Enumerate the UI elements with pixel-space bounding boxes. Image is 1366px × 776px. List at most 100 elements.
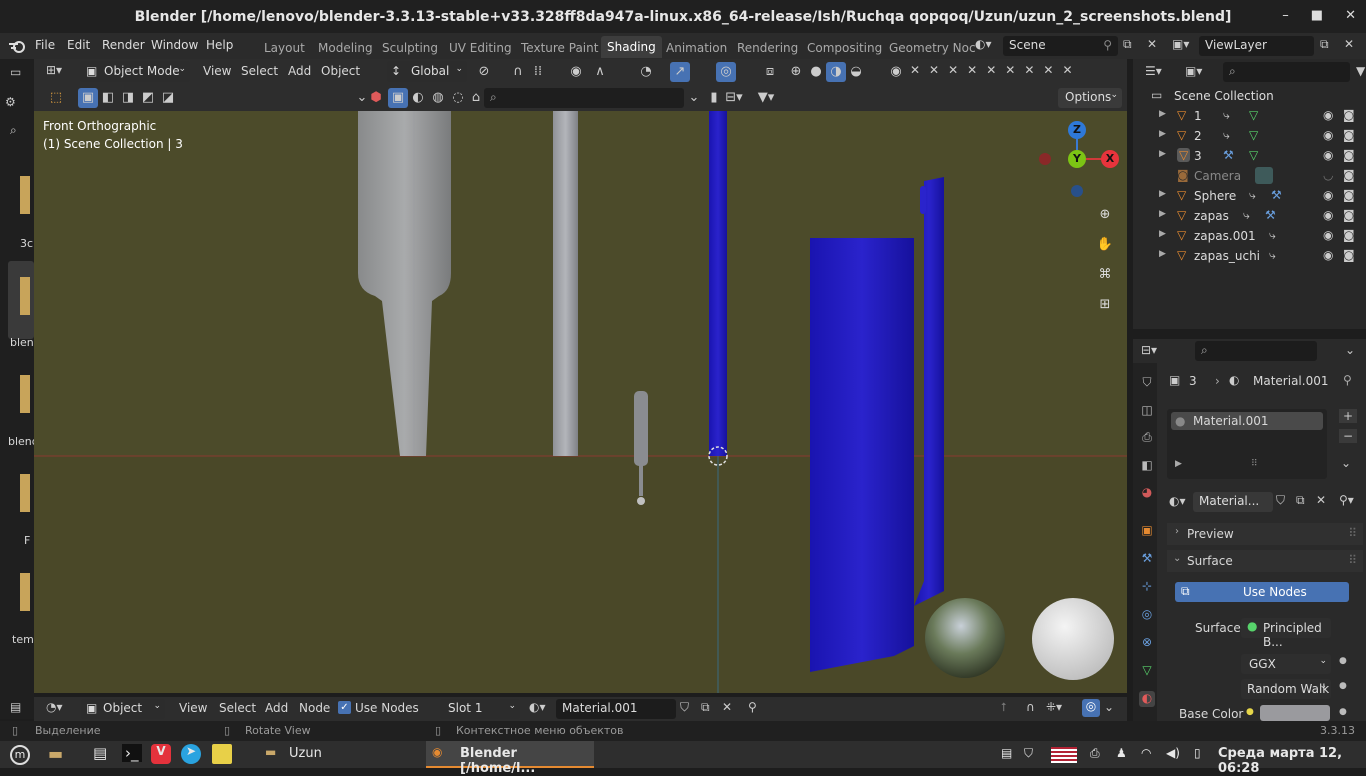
texture-icon[interactable]: ◍ bbox=[428, 88, 448, 108]
scene-field[interactable]: Scene ⚲ bbox=[1003, 36, 1118, 56]
solid-shading-icon[interactable]: ● bbox=[806, 62, 826, 82]
vivaldi-icon[interactable]: V bbox=[151, 744, 171, 764]
parent-node-icon[interactable]: ⭡ bbox=[1001, 700, 1007, 715]
pin-icon[interactable]: ⚲ bbox=[748, 700, 757, 714]
tab-uv-editing[interactable]: UV Editing bbox=[449, 41, 512, 55]
outliner-item-sphere[interactable]: ▶ ▽ Sphere ⤷ ⚒ ◉ ◙ bbox=[1133, 186, 1366, 206]
snap-target-icon[interactable]: ⁞⁞ bbox=[528, 62, 548, 82]
outliner-item-3[interactable]: ▶ ▽ 3 ⚒ ▽ ◉ ◙ bbox=[1133, 146, 1366, 166]
search-icon[interactable]: ⌕ bbox=[10, 123, 17, 138]
tray-clipboard-icon[interactable]: ▤ bbox=[1001, 746, 1012, 760]
restrict-toggles[interactable]: ✕✕✕✕✕✕✕✕✕ bbox=[910, 63, 1082, 77]
tray-printer-icon[interactable]: ⎙ bbox=[1090, 746, 1100, 761]
expand-icon[interactable]: ▶ bbox=[1159, 109, 1166, 119]
zoom-icon[interactable]: ⊕ bbox=[1095, 205, 1115, 225]
maximize-button[interactable]: ■ bbox=[1311, 8, 1323, 23]
material-datablock-field[interactable]: Material... bbox=[1193, 492, 1273, 512]
properties-editor-icon[interactable]: ⊟▾ bbox=[1141, 343, 1157, 357]
select-invert-icon[interactable]: ◩ bbox=[138, 88, 158, 108]
preview-panel-header[interactable]: › Preview ⠿ bbox=[1167, 523, 1363, 545]
navigation-gizmo[interactable]: Z Y X bbox=[1037, 121, 1122, 201]
node-menu-add[interactable]: Add bbox=[265, 701, 288, 715]
expand-icon[interactable]: ▶ bbox=[1159, 249, 1166, 259]
select-extend-icon[interactable]: ◧ bbox=[98, 88, 118, 108]
scene-icon[interactable]: ◐▾ bbox=[975, 37, 992, 51]
task-folder-uzun[interactable]: ▬ Uzun bbox=[260, 743, 420, 766]
menu-select[interactable]: Select bbox=[241, 64, 278, 78]
properties-search-input[interactable]: ⌕ bbox=[1195, 341, 1317, 361]
menu-view[interactable]: View bbox=[203, 64, 231, 78]
camera-icon[interactable]: ◙ bbox=[1343, 108, 1355, 122]
outliner-item-zapas-001[interactable]: ▶ ▽ zapas.001 ⤷ ◉ ◙ bbox=[1133, 226, 1366, 246]
remove-viewlayer-icon[interactable]: ✕ bbox=[1344, 37, 1354, 51]
filter-dropdown-icon[interactable]: ⌄ bbox=[684, 88, 704, 108]
gizmo-toggle-icon[interactable]: ↗ bbox=[670, 62, 690, 82]
wireframe-shading-icon[interactable]: ⊕ bbox=[786, 62, 806, 82]
remove-slot-button[interactable]: − bbox=[1339, 429, 1357, 443]
eye-icon[interactable]: ◉ bbox=[1323, 128, 1333, 142]
eye-icon[interactable]: ◉ bbox=[1323, 188, 1333, 202]
menu-edit[interactable]: Edit bbox=[67, 38, 90, 52]
tool-settings-icon[interactable]: ⚙ bbox=[5, 95, 16, 109]
data-tab-icon[interactable]: ▽ bbox=[1139, 663, 1155, 679]
keyframe-dot-icon[interactable]: ● bbox=[1339, 656, 1347, 666]
camera-icon[interactable]: ◙ bbox=[1343, 128, 1355, 142]
slot-dropdown[interactable]: Slot 1 ⌄ bbox=[440, 699, 520, 719]
tray-battery-icon[interactable]: ▯ bbox=[1194, 746, 1201, 760]
overlays-icon[interactable]: ◎ bbox=[716, 62, 736, 82]
terminal-icon[interactable]: ›_ bbox=[122, 744, 142, 762]
expand-icon[interactable]: ▶ bbox=[1159, 189, 1166, 199]
scene-tab-icon[interactable]: ◕ bbox=[1139, 485, 1155, 501]
menu-launcher-icon[interactable]: m bbox=[10, 745, 30, 765]
output-tab-icon[interactable]: ⎙ bbox=[1139, 430, 1155, 446]
camera-icon[interactable]: ◙ bbox=[1343, 168, 1355, 182]
new-viewlayer-icon[interactable]: ⧉ bbox=[1320, 37, 1329, 52]
unlink-icon[interactable]: ✕ bbox=[722, 700, 732, 714]
tray-user-icon[interactable]: ♟ bbox=[1116, 746, 1127, 760]
expand-icon[interactable]: ▶ bbox=[1159, 149, 1166, 159]
editor-type-icon[interactable]: ▤ bbox=[10, 700, 21, 714]
new-scene-icon[interactable]: ⧉ bbox=[1123, 37, 1132, 52]
filter-icon[interactable]: ▼ bbox=[1356, 64, 1365, 78]
physics-tab-icon[interactable]: ◎ bbox=[1139, 607, 1155, 623]
tray-wifi-icon[interactable]: ◠ bbox=[1141, 746, 1151, 760]
material-browse-icon[interactable]: ◐▾ bbox=[529, 700, 546, 714]
rendered-shading-icon[interactable]: ◒ bbox=[846, 62, 866, 82]
thumbnail[interactable] bbox=[20, 277, 30, 315]
node-menu-view[interactable]: View bbox=[179, 701, 207, 715]
expand-icon[interactable]: ▶ bbox=[1159, 229, 1166, 239]
tab-modeling[interactable]: Modeling bbox=[318, 41, 373, 55]
close-button[interactable]: ✕ bbox=[1345, 8, 1356, 23]
xray-icon[interactable]: ⧈ bbox=[760, 62, 780, 82]
node-menu-select[interactable]: Select bbox=[219, 701, 256, 715]
resize-handle-icon[interactable]: ⠿ bbox=[1251, 459, 1258, 469]
outliner-item-camera[interactable]: ◙ Camera ◡ ◙ bbox=[1133, 166, 1366, 186]
shader-type-dropdown[interactable]: ▣ Object ⌄ bbox=[81, 699, 165, 719]
blender-logo-icon[interactable] bbox=[8, 38, 26, 54]
proportional-edit-icon[interactable]: ◉ bbox=[566, 62, 586, 82]
outliner-item-zapas-uchi[interactable]: ▶ ▽ zapas_uchi ⤷ ◉ ◙ bbox=[1133, 246, 1366, 266]
eye-icon[interactable]: ◉ bbox=[1323, 248, 1333, 262]
bookmark-icon[interactable]: ▮ bbox=[704, 88, 724, 108]
tab-layout[interactable]: Layout bbox=[264, 41, 305, 55]
orientation-dropdown[interactable]: ↕ Global ⌄ bbox=[387, 61, 467, 82]
chevron-down-icon[interactable]: ⌄ bbox=[1341, 456, 1351, 470]
filter-icon[interactable]: ▼▾ bbox=[756, 88, 776, 108]
tab-compositing[interactable]: Compositing bbox=[807, 41, 882, 55]
notes-icon[interactable] bbox=[212, 744, 232, 764]
select-intersect-icon[interactable]: ◪ bbox=[158, 88, 178, 108]
telegram-icon[interactable]: ➤ bbox=[181, 744, 201, 764]
gizmo-x-axis[interactable]: X bbox=[1101, 150, 1119, 168]
expand-icon[interactable]: ▶ bbox=[1159, 209, 1166, 219]
select-tool-icon[interactable]: ⬚ bbox=[46, 88, 66, 108]
pivot-icon[interactable]: ⊘ bbox=[474, 62, 494, 82]
camera-icon[interactable]: ◙ bbox=[1343, 208, 1355, 222]
use-nodes-checkbox[interactable]: ✓ bbox=[338, 701, 351, 714]
eye-icon[interactable]: ◉ bbox=[1323, 108, 1333, 122]
3d-viewport[interactable]: Front Orthographic (1) Scene Collection … bbox=[34, 111, 1127, 693]
menu-window[interactable]: Window bbox=[151, 38, 198, 52]
outliner-item-1[interactable]: ▶ ▽ 1 ⤷ ▽ ◉ ◙ bbox=[1133, 106, 1366, 126]
tray-volume-icon[interactable]: ◀) bbox=[1166, 746, 1180, 760]
object-tab-icon[interactable]: ▣ bbox=[1139, 523, 1155, 539]
fake-user-icon[interactable]: ⛉ bbox=[680, 700, 689, 715]
